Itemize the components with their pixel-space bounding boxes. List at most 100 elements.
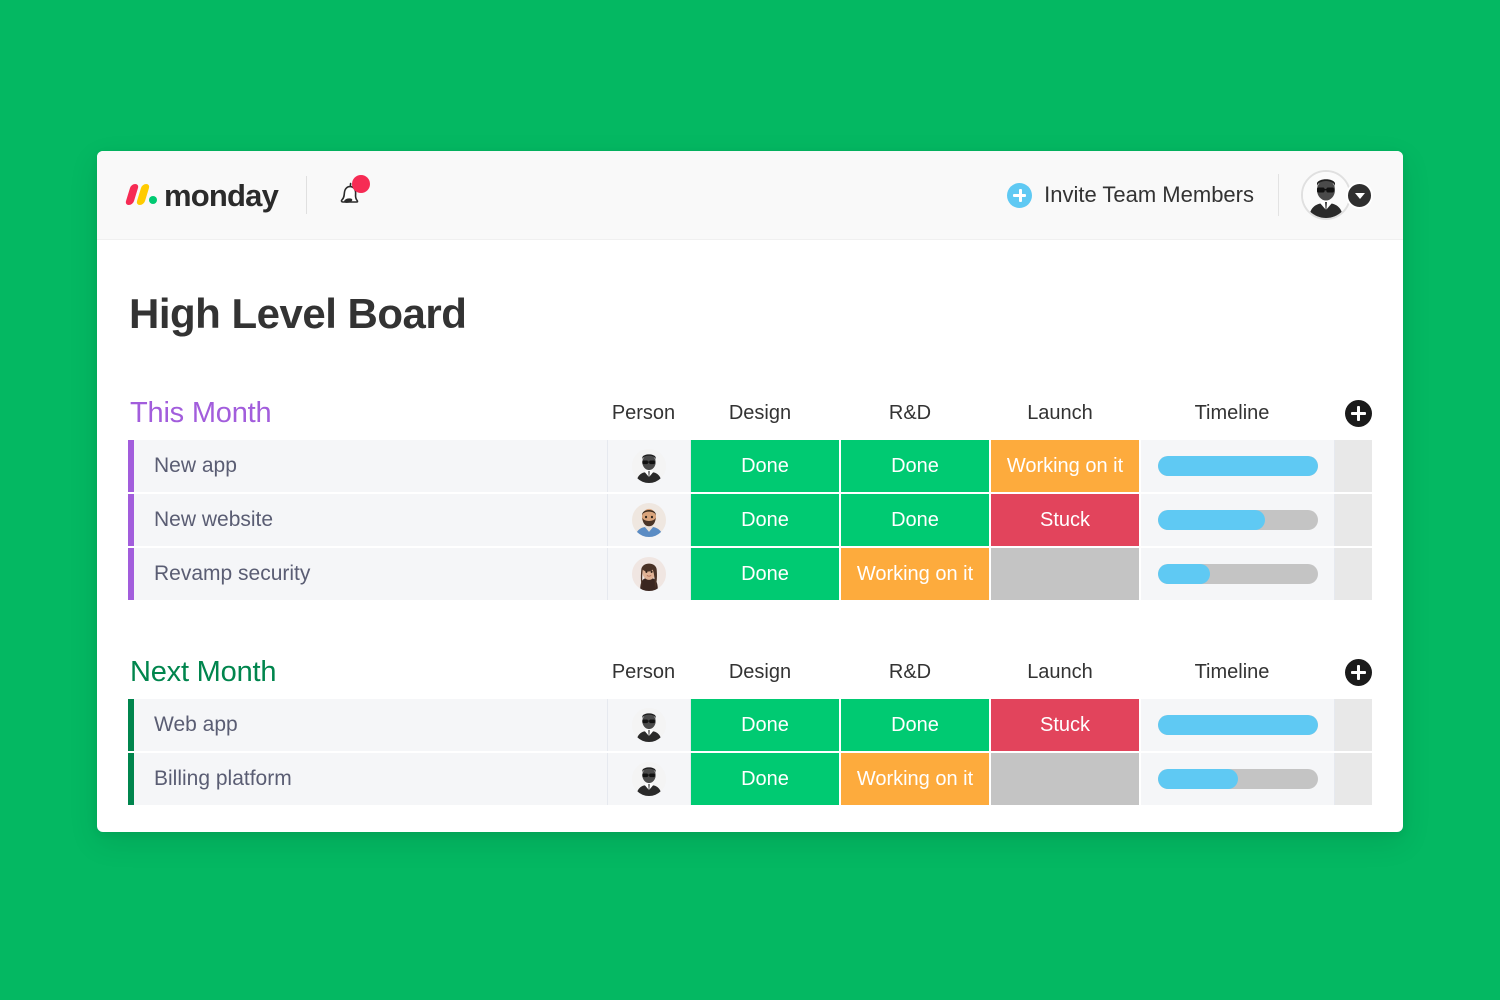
cell-status-launch[interactable] (991, 753, 1141, 805)
monday-board-card: monday Invite Team Members High Level Bo… (97, 151, 1403, 832)
invite-team-members-button[interactable]: Invite Team Members (1007, 182, 1254, 208)
group-rows: Web app Done Done Stuck Billing platform… (128, 699, 1372, 805)
table-row[interactable]: New website Done Done Stuck (128, 494, 1372, 546)
column-header-timeline[interactable]: Timeline (1135, 402, 1329, 425)
row-title[interactable]: Web app (134, 699, 608, 751)
column-header-launch[interactable]: Launch (985, 661, 1135, 684)
progress-fill (1157, 456, 1318, 476)
progress-fill (1157, 564, 1211, 584)
column-headers: Person Design R&D Launch Timeline (602, 399, 1372, 427)
table-row[interactable]: Web app Done Done Stuck (128, 699, 1372, 751)
column-header-launch[interactable]: Launch (985, 402, 1135, 425)
user-avatar-image (1303, 172, 1349, 218)
cell-person[interactable] (608, 494, 691, 546)
avatar-woman (632, 557, 666, 591)
column-header-design[interactable]: Design (685, 402, 835, 425)
cell-extra-column[interactable] (1335, 753, 1372, 805)
progress-track (1157, 456, 1318, 476)
cell-status-launch[interactable]: Stuck (991, 494, 1141, 546)
progress-track (1157, 715, 1318, 735)
avatar (632, 557, 666, 591)
chevron-down-icon[interactable] (1346, 182, 1373, 209)
group-rows: New app Done Done Working on it New webs… (128, 440, 1372, 600)
cell-timeline[interactable] (1141, 699, 1335, 751)
cell-extra-column[interactable] (1335, 440, 1372, 492)
avatar (632, 708, 666, 742)
cell-timeline[interactable] (1141, 494, 1335, 546)
notifications-button[interactable] (333, 175, 371, 212)
board-group-this-month: This Month Person Design R&D Launch Time… (128, 396, 1372, 600)
user-menu[interactable] (1301, 169, 1373, 221)
column-header-timeline[interactable]: Timeline (1135, 661, 1329, 684)
cell-status-design[interactable]: Done (691, 699, 841, 751)
cell-status-design[interactable]: Done (691, 548, 841, 600)
group-header: Next Month Person Design R&D Launch Time… (128, 655, 1372, 689)
row-title[interactable]: Billing platform (134, 753, 608, 805)
column-header-person[interactable]: Person (602, 402, 685, 425)
avatar[interactable] (1301, 170, 1351, 220)
column-headers: Person Design R&D Launch Timeline (602, 658, 1372, 686)
table-row[interactable]: New app Done Done Working on it (128, 440, 1372, 492)
cell-timeline[interactable] (1141, 440, 1335, 492)
avatar-man-sunglasses (632, 762, 666, 796)
add-column-button[interactable] (1345, 658, 1372, 686)
invite-team-members-label: Invite Team Members (1044, 182, 1254, 207)
avatar-bearded-man (632, 503, 666, 537)
cell-status-rd[interactable]: Done (841, 494, 991, 546)
progress-track (1157, 769, 1318, 789)
cell-status-rd[interactable]: Done (841, 699, 991, 751)
cell-timeline[interactable] (1141, 753, 1335, 805)
column-header-design[interactable]: Design (685, 661, 835, 684)
add-column-button[interactable] (1345, 399, 1372, 427)
progress-fill (1157, 510, 1265, 530)
cell-person[interactable] (608, 548, 691, 600)
column-header-rd[interactable]: R&D (835, 402, 985, 425)
column-header-person[interactable]: Person (602, 661, 685, 684)
progress-track (1157, 510, 1318, 530)
row-title[interactable]: Revamp security (134, 548, 608, 600)
cell-status-design[interactable]: Done (691, 753, 841, 805)
cell-status-launch[interactable]: Working on it (991, 440, 1141, 492)
cell-extra-column[interactable] (1335, 494, 1372, 546)
row-title[interactable]: New app (134, 440, 608, 492)
board-group-next-month: Next Month Person Design R&D Launch Time… (128, 655, 1372, 805)
cell-timeline[interactable] (1141, 548, 1335, 600)
cell-extra-column[interactable] (1335, 548, 1372, 600)
cell-person[interactable] (608, 699, 691, 751)
logo-dot-green (149, 196, 157, 204)
cell-status-rd[interactable]: Working on it (841, 753, 991, 805)
cell-status-design[interactable]: Done (691, 440, 841, 492)
top-navigation-bar: monday Invite Team Members (97, 151, 1403, 240)
cell-person[interactable] (608, 440, 691, 492)
board-body: High Level Board This Month Person Desig… (97, 290, 1403, 805)
monday-logo[interactable]: monday (124, 177, 279, 213)
cell-status-launch[interactable] (991, 548, 1141, 600)
cell-status-launch[interactable]: Stuck (991, 699, 1141, 751)
monday-logo-icon (124, 184, 157, 206)
logo-wordmark: monday (164, 177, 279, 213)
topbar-divider (306, 176, 308, 214)
group-title[interactable]: This Month (130, 397, 272, 430)
avatar-man-sunglasses (632, 708, 666, 742)
topbar-divider-2 (1278, 174, 1279, 216)
avatar (632, 449, 666, 483)
column-header-rd[interactable]: R&D (835, 661, 985, 684)
avatar (632, 503, 666, 537)
row-title[interactable]: New website (134, 494, 608, 546)
table-row[interactable]: Revamp security Done Working on it (128, 548, 1372, 600)
cell-person[interactable] (608, 753, 691, 805)
cell-status-rd[interactable]: Done (841, 440, 991, 492)
group-header: This Month Person Design R&D Launch Time… (128, 396, 1372, 430)
plus-circle-icon (1007, 182, 1033, 208)
progress-track (1157, 564, 1318, 584)
group-title[interactable]: Next Month (130, 656, 276, 689)
progress-fill (1157, 769, 1238, 789)
cell-status-design[interactable]: Done (691, 494, 841, 546)
cell-status-rd[interactable]: Working on it (841, 548, 991, 600)
notification-badge (352, 175, 371, 193)
table-row[interactable]: Billing platform Done Working on it (128, 753, 1372, 805)
page-title: High Level Board (129, 290, 467, 337)
cell-extra-column[interactable] (1335, 699, 1372, 751)
progress-fill (1157, 715, 1318, 735)
topbar-right-actions: Invite Team Members (1007, 169, 1373, 221)
